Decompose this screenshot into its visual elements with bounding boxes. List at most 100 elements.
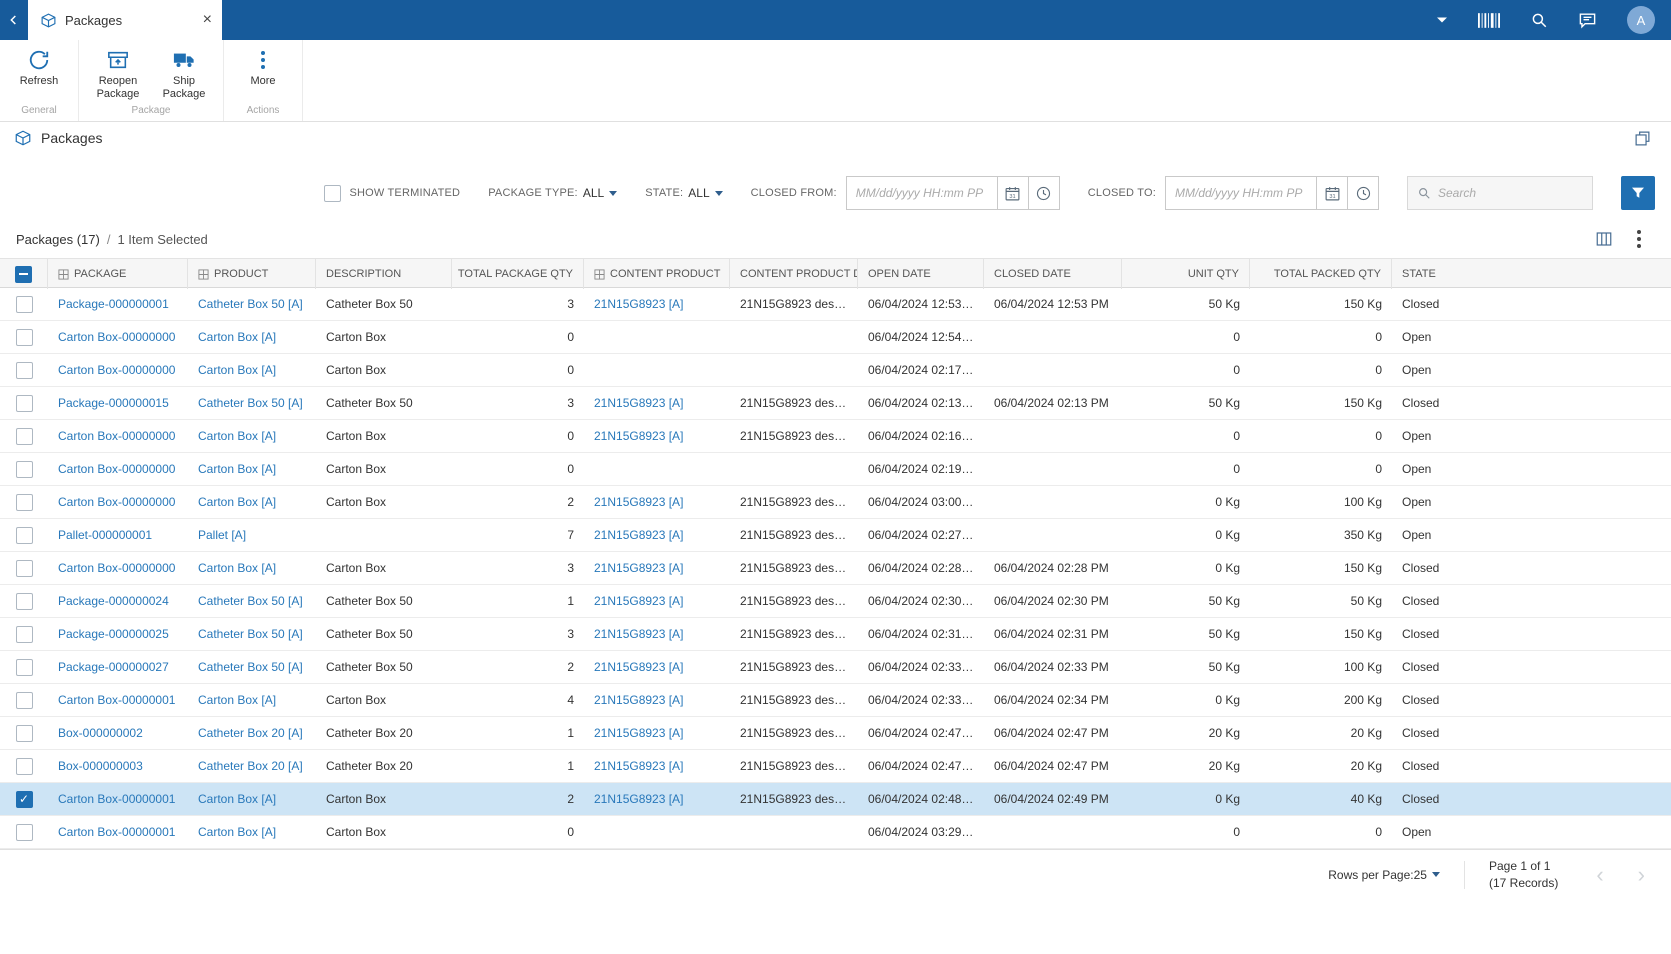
clock-icon[interactable] xyxy=(1348,176,1379,210)
table-row[interactable]: Carton Box-00000001 Carton Box [A] Carto… xyxy=(0,816,1671,849)
row-select-cell[interactable] xyxy=(0,493,48,511)
row-select-cell[interactable] xyxy=(0,757,48,775)
next-page-icon[interactable]: › xyxy=(1638,863,1645,886)
product-link[interactable]: Carton Box [A] xyxy=(198,429,277,443)
row-checkbox[interactable] xyxy=(15,823,33,841)
content-product-link[interactable]: 21N15G8923 [A] xyxy=(594,429,684,443)
row-select-cell[interactable] xyxy=(0,460,48,478)
content-product-link[interactable]: 21N15G8923 [A] xyxy=(594,792,684,806)
package-link[interactable]: Package-000000001 xyxy=(58,297,169,311)
reopen-package-button[interactable]: Reopen Package xyxy=(85,44,151,103)
content-product-link[interactable]: 21N15G8923 [A] xyxy=(594,297,684,311)
chevron-down-icon[interactable] xyxy=(1436,16,1448,24)
table-row[interactable]: Carton Box-00000000 Carton Box [A] Carto… xyxy=(0,420,1671,453)
grid-more-icon[interactable] xyxy=(1637,230,1641,248)
col-total-packed-qty[interactable]: TOTAL PACKED QTY xyxy=(1250,259,1392,289)
row-checkbox[interactable] xyxy=(15,526,33,544)
row-select-cell[interactable] xyxy=(0,394,48,412)
package-link[interactable]: Carton Box-00000001 xyxy=(58,693,176,707)
row-checkbox[interactable] xyxy=(15,658,33,676)
row-checkbox[interactable] xyxy=(15,625,33,643)
content-product-link[interactable]: 21N15G8923 [A] xyxy=(594,561,684,575)
row-checkbox[interactable] xyxy=(15,361,33,379)
product-link[interactable]: Carton Box [A] xyxy=(198,825,277,839)
row-select-cell[interactable] xyxy=(0,625,48,643)
row-checkbox[interactable] xyxy=(15,460,33,478)
package-type-dropdown[interactable]: PACKAGE TYPE: ALL xyxy=(488,186,618,200)
column-chooser-icon[interactable] xyxy=(1595,230,1613,248)
row-checkbox[interactable] xyxy=(15,394,33,412)
package-link[interactable]: Carton Box-00000001 xyxy=(58,792,176,806)
product-link[interactable]: Carton Box [A] xyxy=(198,792,277,806)
package-link[interactable]: Carton Box-00000001 xyxy=(58,825,176,839)
package-link[interactable]: Box-000000002 xyxy=(58,726,143,740)
row-checkbox[interactable] xyxy=(15,790,33,808)
close-icon[interactable]: × xyxy=(203,12,212,28)
ship-package-button[interactable]: Ship Package xyxy=(151,44,217,103)
table-row[interactable]: Carton Box-00000000 Carton Box [A] Carto… xyxy=(0,453,1671,486)
product-link[interactable]: Catheter Box 50 [A] xyxy=(198,594,303,608)
product-link[interactable]: Carton Box [A] xyxy=(198,693,277,707)
table-row[interactable]: Pallet-000000001 Pallet [A] 7 21N15G8923… xyxy=(0,519,1671,552)
calendar-icon[interactable]: 31 xyxy=(1317,176,1348,210)
row-checkbox[interactable] xyxy=(15,328,33,346)
table-row[interactable]: Package-000000025 Catheter Box 50 [A] Ca… xyxy=(0,618,1671,651)
state-dropdown[interactable]: STATE: ALL xyxy=(645,186,723,200)
col-content-product[interactable]: CONTENT PRODUCT xyxy=(584,259,730,289)
product-link[interactable]: Carton Box [A] xyxy=(198,462,277,476)
tab-packages[interactable]: Packages × xyxy=(28,0,222,40)
row-select-cell[interactable] xyxy=(0,823,48,841)
table-row[interactable]: Box-000000002 Catheter Box 20 [A] Cathet… xyxy=(0,717,1671,750)
package-link[interactable]: Pallet-000000001 xyxy=(58,528,153,542)
avatar[interactable]: A xyxy=(1627,6,1655,34)
table-row[interactable]: Carton Box-00000000 Carton Box [A] Carto… xyxy=(0,354,1671,387)
col-state[interactable]: STATE xyxy=(1392,259,1671,289)
row-select-cell[interactable] xyxy=(0,559,48,577)
select-all-checkbox[interactable] xyxy=(15,265,32,283)
col-total-package-qty[interactable]: TOTAL PACKAGE QTY xyxy=(452,259,584,289)
closed-to-input[interactable] xyxy=(1165,176,1317,210)
package-link[interactable]: Package-000000015 xyxy=(58,396,169,410)
back-button[interactable] xyxy=(0,0,28,40)
table-row[interactable]: Carton Box-00000000 Carton Box [A] Carto… xyxy=(0,552,1671,585)
closed-from-input[interactable] xyxy=(845,176,998,210)
clock-icon[interactable] xyxy=(1028,176,1060,210)
more-button[interactable]: More xyxy=(230,44,296,103)
row-checkbox[interactable] xyxy=(15,691,33,709)
row-checkbox[interactable] xyxy=(15,559,33,577)
content-product-link[interactable]: 21N15G8923 [A] xyxy=(594,495,684,509)
table-row[interactable]: Carton Box-00000000 Carton Box [A] Carto… xyxy=(0,486,1671,519)
col-description[interactable]: DESCRIPTION xyxy=(316,259,452,289)
package-link[interactable]: Carton Box-00000000 xyxy=(58,561,176,575)
table-row[interactable]: Box-000000003 Catheter Box 20 [A] Cathet… xyxy=(0,750,1671,783)
package-link[interactable]: Package-000000025 xyxy=(58,627,169,641)
package-link[interactable]: Carton Box-00000000 xyxy=(58,429,176,443)
product-link[interactable]: Catheter Box 20 [A] xyxy=(198,726,303,740)
product-link[interactable]: Catheter Box 50 [A] xyxy=(198,660,303,674)
package-link[interactable]: Box-000000003 xyxy=(58,759,143,773)
col-unit-qty[interactable]: UNIT QTY xyxy=(1122,259,1250,289)
product-link[interactable]: Carton Box [A] xyxy=(198,561,277,575)
content-product-link[interactable]: 21N15G8923 [A] xyxy=(594,759,684,773)
row-checkbox[interactable] xyxy=(15,592,33,610)
product-link[interactable]: Catheter Box 20 [A] xyxy=(198,759,303,773)
product-link[interactable]: Catheter Box 50 [A] xyxy=(198,627,303,641)
package-link[interactable]: Carton Box-00000000 xyxy=(58,495,176,509)
table-row[interactable]: Carton Box-00000000 Carton Box [A] Carto… xyxy=(0,321,1671,354)
show-terminated-filter[interactable]: SHOW TERMINATED xyxy=(324,184,460,202)
col-product[interactable]: PRODUCT xyxy=(188,259,316,289)
package-link[interactable]: Carton Box-00000000 xyxy=(58,363,176,377)
table-row[interactable]: Package-000000001 Catheter Box 50 [A] Ca… xyxy=(0,288,1671,321)
content-product-link[interactable]: 21N15G8923 [A] xyxy=(594,660,684,674)
refresh-button[interactable]: Refresh xyxy=(6,44,72,103)
content-product-link[interactable]: 21N15G8923 [A] xyxy=(594,627,684,641)
row-select-cell[interactable] xyxy=(0,658,48,676)
row-select-cell[interactable] xyxy=(0,691,48,709)
package-link[interactable]: Package-000000024 xyxy=(58,594,169,608)
table-row[interactable]: Package-000000015 Catheter Box 50 [A] Ca… xyxy=(0,387,1671,420)
col-open-date[interactable]: OPEN DATE xyxy=(858,259,984,289)
row-select-cell[interactable] xyxy=(0,724,48,742)
row-checkbox[interactable] xyxy=(15,427,33,445)
row-checkbox[interactable] xyxy=(15,493,33,511)
row-select-cell[interactable] xyxy=(0,790,48,808)
